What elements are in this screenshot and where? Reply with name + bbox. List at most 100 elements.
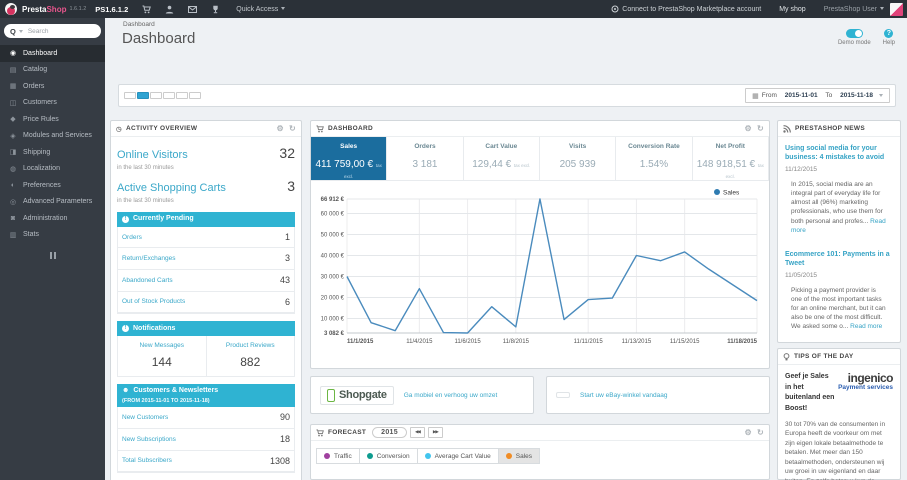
search-input[interactable]: Search xyxy=(28,28,49,35)
active-carts-row: Active Shopping Carts 3 xyxy=(117,177,295,197)
sidebar-item[interactable]: ◉ Dashboard xyxy=(0,45,105,62)
read-more-link[interactable]: Read more xyxy=(850,323,882,330)
svg-text:11/1/2015: 11/1/2015 xyxy=(347,339,374,345)
notification-cell[interactable]: New Messages 144 xyxy=(118,336,206,376)
pending-row[interactable]: Abandoned Carts 43 xyxy=(118,270,294,292)
help-icon[interactable]: ? xyxy=(884,29,894,38)
refresh-icon[interactable]: ↻ xyxy=(757,428,764,437)
sidebar-item-label: Preferences xyxy=(23,181,61,189)
sidebar-item[interactable]: ◍ Localization xyxy=(0,161,105,178)
employee-icon[interactable] xyxy=(165,5,174,14)
kpi-tile[interactable]: Cart Value 129,44 € tax excl. xyxy=(464,137,540,180)
messages-icon[interactable] xyxy=(188,5,198,14)
sidebar-item[interactable]: ▤ Catalog xyxy=(0,62,105,79)
customers-row-label[interactable]: Total Subscribers xyxy=(122,456,172,465)
range-button[interactable] xyxy=(137,92,149,99)
pending-row[interactable]: Out of Stock Products 6 xyxy=(118,292,294,314)
customers-row-label[interactable]: New Customers xyxy=(122,413,168,422)
pending-row-value: 43 xyxy=(279,274,290,285)
notification-label[interactable]: New Messages xyxy=(120,341,204,350)
range-button[interactable] xyxy=(163,92,175,99)
refresh-icon[interactable]: ↻ xyxy=(289,124,296,133)
ingenico-logo[interactable]: ingenico Payment services xyxy=(831,372,893,391)
ebay-logo[interactable] xyxy=(556,392,570,398)
shopgate-promo-card: Shopgate Ga mobiel en verhoog uw omzet xyxy=(310,376,534,414)
kpi-tile[interactable]: Net Profit 148 918,51 € tax excl. xyxy=(693,137,769,180)
pending-row-label[interactable]: Orders xyxy=(122,233,142,242)
user-menu[interactable]: PrestaShop User xyxy=(824,6,884,13)
sidebar-item[interactable]: ◙ Administration xyxy=(0,210,105,227)
customers-row[interactable]: Total Subscribers 1308 xyxy=(118,451,294,473)
svg-text:11/13/2015: 11/13/2015 xyxy=(622,339,652,345)
refresh-icon[interactable]: ↻ xyxy=(757,124,764,133)
customers-row[interactable]: New Subscriptions 18 xyxy=(118,429,294,451)
kpi-tile[interactable]: Orders 3 181 xyxy=(387,137,464,180)
news-article-title[interactable]: Using social media for your business: 4 … xyxy=(785,144,893,162)
news-article-title[interactable]: Ecommerce 101: Payments in a Tweet xyxy=(785,250,893,268)
next-year-button[interactable]: ▶▶ xyxy=(427,426,443,439)
kpi-tile[interactable]: Conversion Rate 1.54% xyxy=(616,137,693,180)
notifications-cells: New Messages 144 Product Reviews 882 xyxy=(117,335,295,377)
active-carts-value: 3 xyxy=(287,177,295,194)
cart-icon[interactable] xyxy=(142,5,152,14)
user-avatar[interactable] xyxy=(890,2,903,16)
gear-icon[interactable]: ⚙ xyxy=(745,124,752,133)
sidebar-item[interactable]: ◨ Shipping xyxy=(0,144,105,161)
trophy-icon[interactable] xyxy=(211,5,220,14)
customers-row-label[interactable]: New Subscriptions xyxy=(122,435,176,444)
shopgate-logo[interactable]: Shopgate xyxy=(320,385,394,405)
sidebar-item[interactable]: ◫ Customers xyxy=(0,95,105,112)
prestashop-logo[interactable] xyxy=(5,3,17,15)
pending-row-label[interactable]: Abandoned Carts xyxy=(122,276,173,285)
range-button[interactable] xyxy=(124,92,136,99)
panel-header: DASHBOARD ⚙ ↻ xyxy=(311,121,769,137)
customers-row[interactable]: New Customers 90 xyxy=(118,407,294,430)
range-button[interactable] xyxy=(189,92,201,99)
sidebar-item[interactable]: ◎ Advanced Parameters xyxy=(0,194,105,211)
svg-text:3 082 €: 3 082 € xyxy=(324,331,345,337)
demo-mode-label: Demo mode xyxy=(837,40,871,46)
pending-row-label[interactable]: Return/Exchanges xyxy=(122,254,175,263)
demo-mode-toggle[interactable] xyxy=(845,29,863,38)
range-button[interactable] xyxy=(150,92,162,99)
sidebar-item[interactable]: ◐ Preferences xyxy=(0,177,105,194)
notification-value: 882 xyxy=(240,355,261,370)
previous-year-button[interactable]: ◀◀ xyxy=(409,426,425,439)
online-visitors-link[interactable]: Online Visitors xyxy=(117,148,188,163)
clock-icon: ! xyxy=(122,216,129,223)
search-scope-selector[interactable]: Q xyxy=(10,27,23,36)
pending-row-label[interactable]: Out of Stock Products xyxy=(122,297,185,306)
sidebar-item[interactable]: ◈ Modules and Services xyxy=(0,128,105,145)
topbar-right: Connect to PrestaShop Marketplace accoun… xyxy=(611,2,907,16)
notification-label[interactable]: Product Reviews xyxy=(209,341,293,350)
kpi-tile[interactable]: Visits 205 939 xyxy=(540,137,617,180)
range-button[interactable] xyxy=(176,92,188,99)
ebay-promo-link[interactable]: Start uw eBay-winkel vandaag xyxy=(580,392,667,399)
pending-row[interactable]: Return/Exchanges 3 xyxy=(118,248,294,270)
sidebar-collapse-toggle[interactable] xyxy=(0,252,105,259)
notifications-header: ! Notifications xyxy=(117,321,295,336)
sidebar-item[interactable]: ▦ Orders xyxy=(0,78,105,95)
forecast-legend-button[interactable]: Conversion xyxy=(358,448,418,464)
gear-icon[interactable]: ⚙ xyxy=(745,428,752,437)
forecast-year[interactable]: 2015 xyxy=(372,427,407,438)
sidebar-search[interactable]: Q Search xyxy=(4,24,101,38)
gear-icon[interactable]: ⚙ xyxy=(277,124,284,133)
quick-access-menu[interactable]: Quick Access xyxy=(236,6,286,13)
tip-headline: Geef je Sales in het buitenland een Boos… xyxy=(785,373,835,412)
notification-cell[interactable]: Product Reviews 882 xyxy=(205,335,295,376)
active-carts-link[interactable]: Active Shopping Carts xyxy=(117,181,226,196)
sidebar-item-label: Catalog xyxy=(23,66,48,74)
forecast-legend-button[interactable]: Sales xyxy=(497,448,540,464)
svg-text:11/4/2015: 11/4/2015 xyxy=(406,339,433,345)
forecast-legend-button[interactable]: Average Cart Value xyxy=(416,448,499,464)
marketplace-connect-link[interactable]: Connect to PrestaShop Marketplace accoun… xyxy=(611,5,761,13)
shopgate-promo-link[interactable]: Ga mobiel en verhoog uw omzet xyxy=(404,392,498,399)
pending-row[interactable]: Orders 1 xyxy=(118,227,294,249)
sidebar-item[interactable]: ▥ Stats xyxy=(0,227,105,244)
my-shop-link[interactable]: My shop xyxy=(779,6,805,13)
date-range-picker[interactable]: ▦ From 2015-11-01 To 2015-11-18 xyxy=(745,88,890,103)
kpi-tile[interactable]: Sales 411 759,00 € tax excl. xyxy=(311,137,388,180)
forecast-legend-button[interactable]: Traffic xyxy=(316,448,360,464)
sidebar-item[interactable]: ◆ Price Rules xyxy=(0,111,105,128)
